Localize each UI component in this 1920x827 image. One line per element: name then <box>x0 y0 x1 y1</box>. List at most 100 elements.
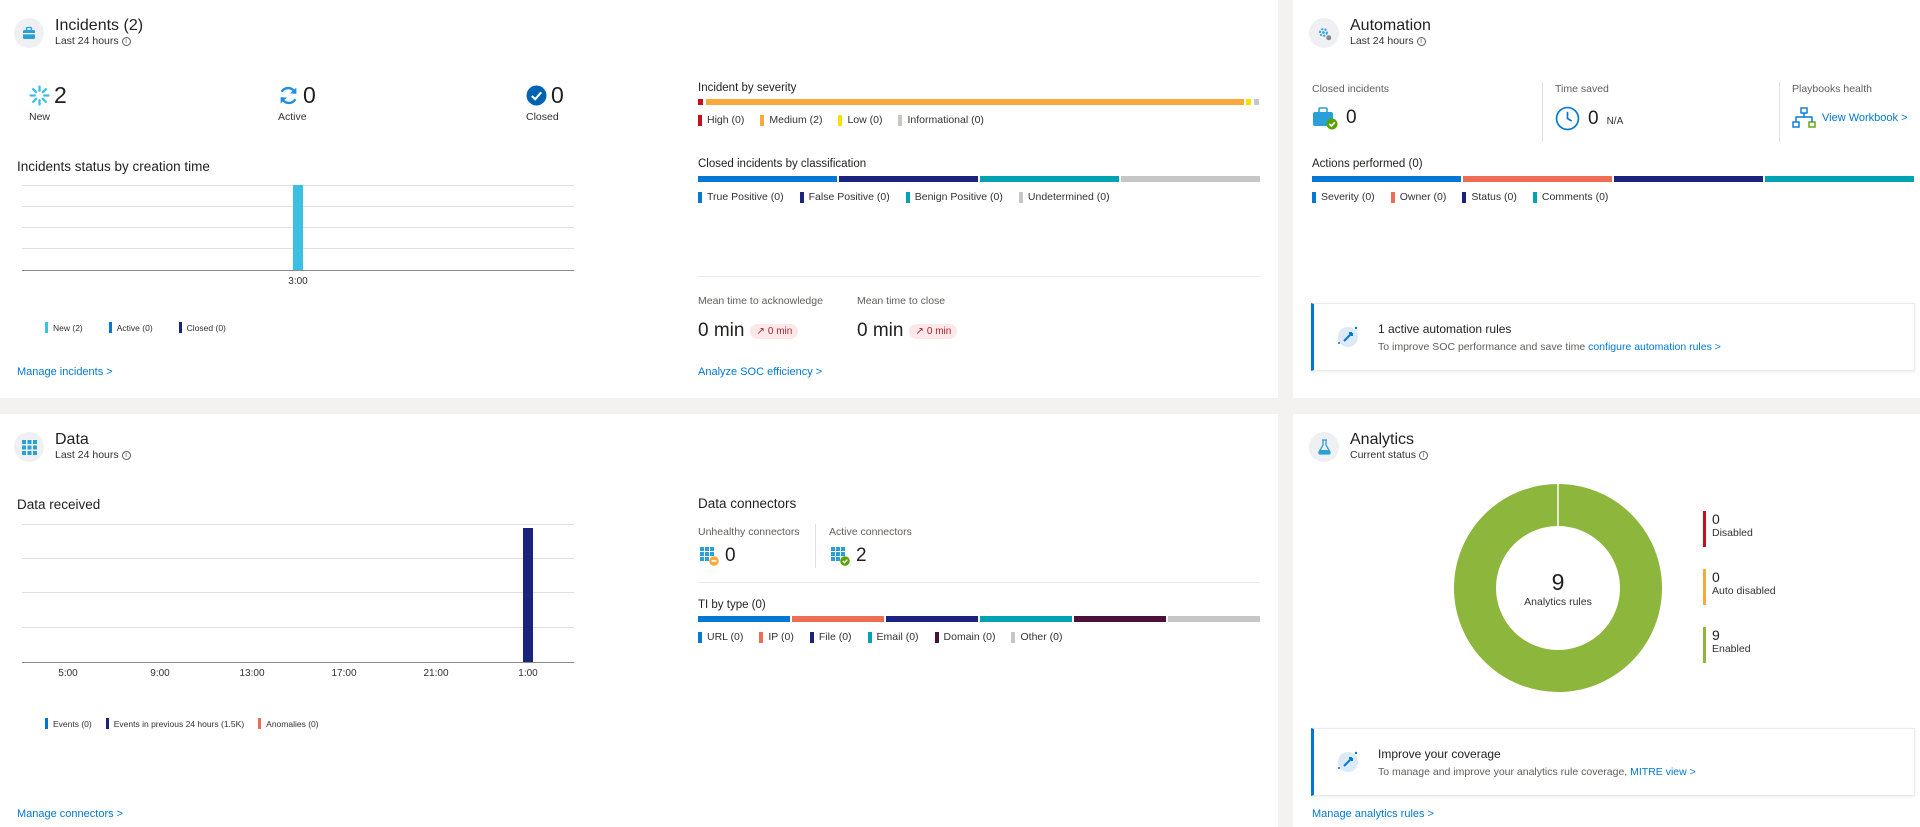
analyze-soc-link[interactable]: Analyze SOC efficiency > <box>698 366 822 378</box>
connector-check-icon <box>831 546 850 566</box>
x-tick-label: 21:00 <box>423 668 449 679</box>
legend-swatch <box>1703 511 1706 547</box>
legend-label: Email (0) <box>876 631 919 643</box>
divider <box>815 524 816 568</box>
legend-swatch <box>698 631 702 643</box>
legend-swatch <box>905 191 910 203</box>
legend-label: Status (0) <box>1471 191 1517 203</box>
severity-bar-info <box>1254 99 1259 105</box>
automation-card: Automation Last 24 hours i Closed inciden… <box>1293 0 1920 398</box>
mitre-view-link[interactable]: MITRE view > <box>1630 766 1696 778</box>
info-icon[interactable]: i <box>121 36 131 46</box>
x-tick-label: 3:00 <box>288 276 308 287</box>
analytics-legend-enabled: 9 Enabled <box>1703 627 1751 663</box>
legend-item-active: Active (0) <box>108 322 153 333</box>
active-connectors-value: 2 <box>856 545 867 566</box>
legend-label: Comments (0) <box>1541 191 1609 203</box>
ti-bar-domain <box>1074 616 1166 622</box>
status-bars <box>22 180 574 270</box>
manage-analytics-rules-link[interactable]: Manage analytics rules > <box>1312 808 1434 820</box>
mttc-label: Mean time to close <box>857 295 946 307</box>
severity-bar-medium <box>706 99 1244 105</box>
rocket-icon <box>1338 326 1358 347</box>
connector-warning-icon <box>700 546 719 566</box>
manage-connectors-link[interactable]: Manage connectors > <box>17 808 123 820</box>
actions-performed-title: Actions performed (0) <box>1312 158 1423 170</box>
arrow-up-right-icon: ↗ <box>756 325 765 337</box>
legend-item-owner: Owner (0) <box>1390 191 1447 203</box>
actions-bar-comments <box>1765 176 1914 182</box>
incidents-subtitle-text: Last 24 hours <box>55 35 119 47</box>
refresh-icon <box>280 86 297 105</box>
briefcase-check-icon <box>1313 107 1338 130</box>
legend-item-ip: IP (0) <box>759 631 794 643</box>
data-connectors-title: Data connectors <box>698 496 797 511</box>
legend-item-other: Other (0) <box>1011 631 1063 643</box>
legend-swatch <box>1462 191 1467 203</box>
legend-item-false-positive: False Positive (0) <box>799 191 890 203</box>
mttc: 0 min ↗ 0 min <box>857 320 958 342</box>
legend-label: Enabled <box>1712 643 1751 655</box>
legend-label: Medium (2) <box>769 114 823 126</box>
view-workbook-link[interactable]: View Workbook > <box>1822 112 1908 124</box>
legend-swatch <box>698 114 702 126</box>
automation-subtitle: Last 24 hours i <box>1350 35 1426 47</box>
legend-swatch <box>759 631 764 643</box>
promo-text-body: To manage and improve your analytics rul… <box>1378 766 1628 778</box>
legend-item-low: Low (0) <box>838 114 882 126</box>
legend-swatch <box>105 718 109 729</box>
data-received-title: Data received <box>17 497 101 512</box>
legend-value: 9 <box>1712 627 1720 643</box>
data-subtitle: Last 24 hours i <box>55 449 131 461</box>
info-icon[interactable]: i <box>1418 450 1428 460</box>
legend-swatch <box>1011 631 1016 643</box>
legend-label: Anomalies (0) <box>266 718 319 729</box>
mttc-value: 0 min <box>857 320 904 341</box>
time-saved-label: Time saved <box>1555 83 1609 95</box>
analytics-legend-auto-disabled: 0 Auto disabled <box>1703 569 1776 605</box>
coverage-promo: Improve your coverage To manage and impr… <box>1311 728 1915 796</box>
legend-label: Owner (0) <box>1399 191 1447 203</box>
x-axis <box>22 662 574 663</box>
legend-label: IP (0) <box>768 631 794 643</box>
donut-label: Analytics rules <box>1524 595 1592 608</box>
ti-bar-file <box>886 616 978 622</box>
legend-swatch <box>809 631 814 643</box>
classification-bar-bp <box>980 176 1119 182</box>
legend-label: Benign Positive (0) <box>914 191 1003 203</box>
legend-label: File (0) <box>818 631 852 643</box>
legend-value: 0 <box>1712 511 1720 527</box>
configure-automation-rules-link[interactable]: configure automation rules > <box>1588 341 1721 353</box>
closed-incidents-value: 0 <box>1346 107 1357 128</box>
legend-label: Closed (0) <box>186 322 226 333</box>
check-circle-icon <box>526 85 547 106</box>
legend-swatch <box>1532 191 1537 203</box>
legend-swatch <box>178 322 182 333</box>
info-icon[interactable]: i <box>1416 36 1426 46</box>
legend-label: Other (0) <box>1020 631 1063 643</box>
legend-label: Active (0) <box>116 322 153 333</box>
legend-item-severity: Severity (0) <box>1312 191 1375 203</box>
active-connectors-label: Active connectors <box>829 526 912 538</box>
manage-incidents-link[interactable]: Manage incidents > <box>17 366 113 378</box>
info-icon[interactable]: i <box>121 450 131 460</box>
stat-active: 0 Active <box>278 82 316 123</box>
promo-text-body: To improve SOC performance and save time <box>1378 341 1586 353</box>
x-tick-label: 1:00 <box>518 668 538 679</box>
legend-label: True Positive (0) <box>707 191 784 203</box>
promo-text: To manage and improve your analytics rul… <box>1378 766 1696 778</box>
legend-swatch <box>698 191 702 203</box>
bar-new[interactable] <box>293 185 303 270</box>
unhealthy-connectors-label: Unhealthy connectors <box>698 526 800 538</box>
legend-item-anomalies: Anomalies (0) <box>258 718 319 729</box>
classification-title: Closed incidents by classification <box>698 158 867 170</box>
legend-item-url: URL (0) <box>698 631 743 643</box>
unhealthy-connectors-value: 0 <box>725 545 736 566</box>
x-tick-label: 17:00 <box>331 668 357 679</box>
mtta-value: 0 min <box>698 320 745 341</box>
data-received-legend: Events (0) Events in previous 24 hours (… <box>45 718 319 729</box>
legend-swatch <box>898 114 903 126</box>
playbooks-health-label: Playbooks health <box>1792 83 1872 95</box>
bar-events-in-previous-24-hours[interactable] <box>523 528 533 662</box>
legend-item-true-positive: True Positive (0) <box>698 191 784 203</box>
